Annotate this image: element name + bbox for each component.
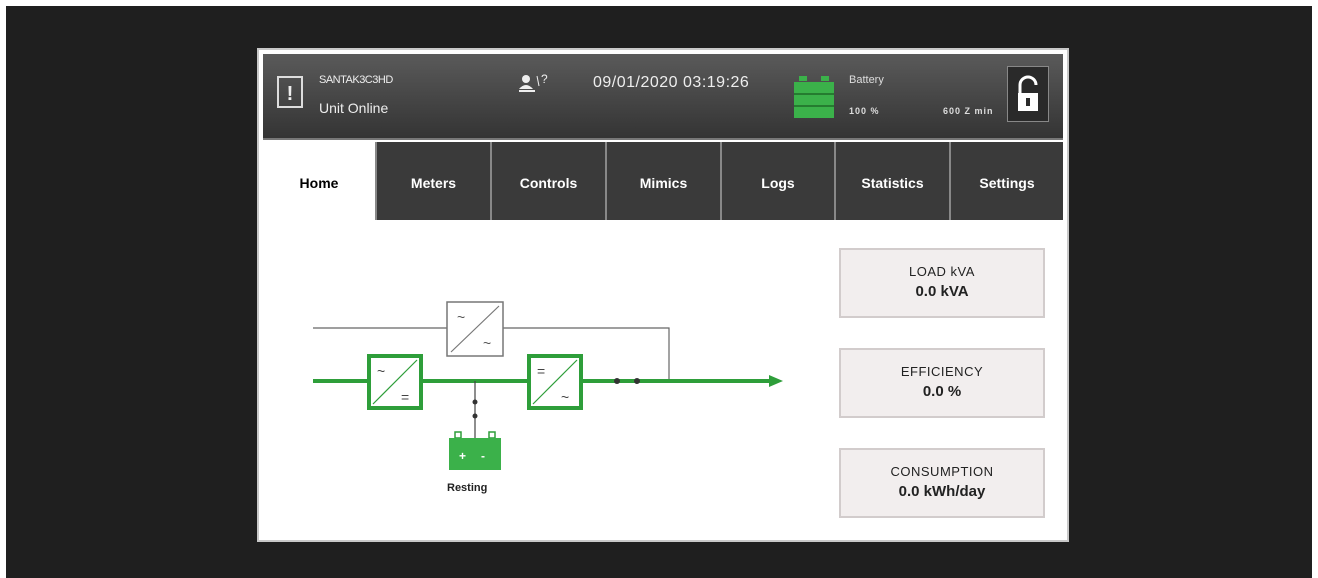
svg-text:=: = <box>537 363 545 379</box>
load-value: 0.0 kVA <box>915 283 969 300</box>
efficiency-button[interactable]: EFFICIENCY 0.0 % <box>839 348 1045 418</box>
svg-text:~: ~ <box>561 389 569 405</box>
breaker-dot <box>634 378 640 384</box>
svg-text:+: + <box>459 449 466 463</box>
battery-breaker-dot <box>472 399 478 405</box>
svg-text:~: ~ <box>457 309 465 325</box>
battery-breaker-dot <box>472 413 478 419</box>
svg-text:~: ~ <box>377 363 385 379</box>
ups-touchscreen: ! SANTAK3C3HD Unit Online ? 09/01/2020 0… <box>257 48 1069 542</box>
rectifier-module: ~ = <box>367 354 423 410</box>
efficiency-label: EFFICIENCY <box>900 364 984 379</box>
consumption-label: CONSUMPTION <box>890 464 994 479</box>
efficiency-value: 0.0 % <box>922 383 962 400</box>
consumption-value: 0.0 kWh/day <box>898 483 986 500</box>
svg-text:~: ~ <box>483 335 491 351</box>
load-kva-button[interactable]: LOAD kVA 0.0 kVA <box>839 248 1045 318</box>
consumption-button[interactable]: CONSUMPTION 0.0 kWh/day <box>839 448 1045 518</box>
output-arrow <box>769 375 783 387</box>
breaker-dot <box>614 378 620 384</box>
battery-status: Resting <box>447 482 488 494</box>
bypass-switch: ~ ~ <box>446 301 504 357</box>
inverter-module: = ~ <box>527 354 583 410</box>
svg-text:=: = <box>401 389 409 405</box>
load-label: LOAD kVA <box>909 264 975 279</box>
svg-text:-: - <box>481 449 485 463</box>
